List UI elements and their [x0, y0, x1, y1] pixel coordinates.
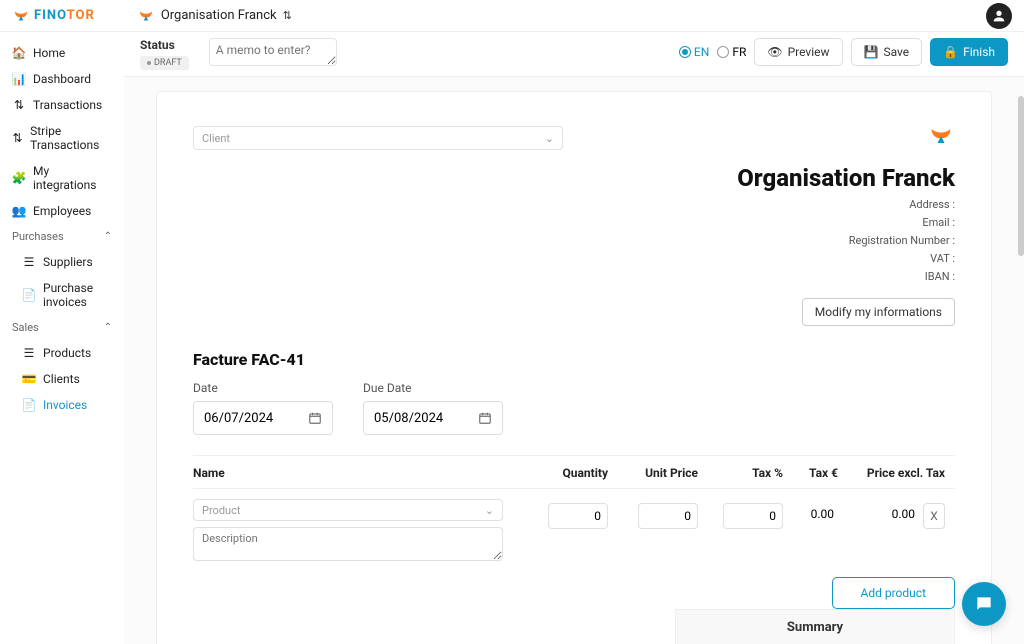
calendar-icon — [308, 411, 322, 425]
plug-icon: 🧩 — [12, 171, 26, 185]
chevron-sort-icon: ⌄ — [545, 132, 554, 145]
unit-price-input[interactable] — [638, 503, 698, 529]
language-switch: EN FR — [679, 45, 746, 59]
org-address: Address : — [737, 198, 955, 211]
invoice-title: Facture FAC-41 — [193, 350, 955, 369]
swap-icon: ⇅ — [12, 131, 23, 145]
chat-icon — [974, 594, 994, 614]
nav-dashboard[interactable]: 📊Dashboard — [6, 66, 118, 92]
brand-text-2: TOR — [67, 8, 95, 23]
col-taxp: Tax % — [698, 466, 783, 480]
due-date-label: Due Date — [363, 381, 503, 395]
preview-button[interactable]: 👁Preview — [754, 38, 842, 66]
nav-transactions[interactable]: ⇅Transactions — [6, 92, 118, 118]
brand-text-1: FINO — [34, 8, 67, 23]
home-icon: 🏠 — [12, 46, 26, 60]
eye-icon: 👁 — [767, 45, 782, 59]
nav-purchase-invoices[interactable]: 📄Purchase invoices — [16, 275, 118, 315]
date-label: Date — [193, 381, 333, 395]
remove-line-button[interactable]: X — [923, 503, 945, 529]
org-reg: Registration Number : — [737, 234, 955, 247]
org-info: Organisation Franck Address : Email : Re… — [737, 122, 955, 326]
due-date-input[interactable]: 05/08/2024 — [363, 401, 503, 435]
chevron-up-icon: ⌃ — [104, 322, 112, 333]
lock-icon: 🔒 — [943, 45, 958, 59]
card-icon: 💳 — [22, 372, 36, 386]
radio-on-icon — [679, 46, 691, 58]
client-placeholder: Client — [202, 132, 230, 145]
lang-fr[interactable]: FR — [717, 45, 746, 59]
org-iban: IBAN : — [737, 270, 955, 283]
topbar: FINOTOR Organisation Franck ⇅ — [0, 0, 1024, 32]
status-label: Status — [140, 38, 189, 52]
col-price: Unit Price — [608, 466, 698, 480]
user-avatar[interactable] — [986, 3, 1012, 29]
bull-icon — [137, 7, 155, 25]
memo-input[interactable] — [209, 38, 337, 66]
radio-off-icon — [717, 46, 729, 58]
list-icon: ☰ — [22, 255, 36, 269]
brand-logo[interactable]: FINOTOR — [12, 7, 95, 25]
org-vat: VAT : — [737, 252, 955, 265]
product-select[interactable]: Product⌄ — [193, 499, 503, 521]
user-icon — [991, 8, 1007, 24]
swap-icon: ⇅ — [12, 98, 26, 112]
nav-group-purchases[interactable]: Purchases⌃ — [6, 224, 118, 249]
line-items-header: Name Quantity Unit Price Tax % Tax € Pri… — [193, 455, 955, 489]
summary-header: Summary — [675, 609, 955, 644]
chat-button[interactable] — [962, 582, 1006, 626]
main-content: Status DRAFT EN FR 👁Preview 💾Save 🔒Finis… — [124, 32, 1024, 644]
users-icon: 👥 — [12, 204, 26, 218]
scrollbar[interactable] — [1018, 96, 1024, 256]
chart-icon: 📊 — [12, 72, 26, 86]
nav-products[interactable]: ☰Products — [16, 340, 118, 366]
nav-suppliers[interactable]: ☰Suppliers — [16, 249, 118, 275]
qty-input[interactable] — [548, 503, 608, 529]
save-button[interactable]: 💾Save — [851, 38, 923, 66]
line-item-row: Product⌄ 0.00 0.00 X — [193, 499, 955, 561]
nav-clients[interactable]: 💳Clients — [16, 366, 118, 392]
org-email: Email : — [737, 216, 955, 229]
col-qty: Quantity — [533, 466, 608, 480]
save-icon: 💾 — [864, 45, 879, 59]
status-badge: DRAFT — [140, 56, 189, 70]
nav-invoices[interactable]: 📄Invoices — [16, 392, 118, 418]
col-taxe: Tax € — [783, 466, 838, 480]
add-product-button[interactable]: Add product — [832, 577, 955, 609]
sidebar: 🏠Home 📊Dashboard ⇅Transactions ⇅Stripe T… — [0, 32, 124, 644]
chevron-up-icon: ⌃ — [104, 231, 112, 242]
chevron-sort-icon: ⌄ — [485, 504, 494, 517]
calendar-icon — [478, 411, 492, 425]
nav-employees[interactable]: 👥Employees — [6, 198, 118, 224]
org-logo-icon — [927, 122, 955, 150]
tax-amount: 0.00 — [783, 507, 838, 521]
nav-integrations[interactable]: 🧩My integrations — [6, 158, 118, 198]
col-total: Price excl. Tax — [838, 466, 955, 480]
line-total: 0.00 — [892, 507, 919, 521]
nav-stripe[interactable]: ⇅Stripe Transactions — [6, 118, 118, 158]
list-icon: ☰ — [22, 346, 36, 360]
client-select[interactable]: Client ⌄ — [193, 126, 563, 150]
sort-icon: ⇅ — [283, 9, 292, 22]
finish-button[interactable]: 🔒Finish — [930, 38, 1008, 66]
nav-home[interactable]: 🏠Home — [6, 40, 118, 66]
org-switcher[interactable]: Organisation Franck ⇅ — [137, 7, 292, 25]
col-name: Name — [193, 466, 533, 480]
toolbar: Status DRAFT EN FR 👁Preview 💾Save 🔒Finis… — [124, 32, 1024, 77]
org-switcher-label: Organisation Franck — [161, 8, 277, 23]
bull-logo-icon — [12, 7, 30, 25]
nav-group-sales[interactable]: Sales⌃ — [6, 315, 118, 340]
document-icon: 📄 — [22, 288, 36, 302]
org-name: Organisation Franck — [737, 164, 955, 192]
tax-percent-input[interactable] — [723, 503, 783, 529]
document-icon: 📄 — [22, 398, 36, 412]
date-input[interactable]: 06/07/2024 — [193, 401, 333, 435]
lang-en[interactable]: EN — [679, 45, 709, 59]
description-input[interactable] — [193, 527, 503, 561]
invoice-card: Client ⌄ Organisation Franck Address : E… — [156, 91, 992, 644]
modify-info-button[interactable]: Modify my informations — [802, 298, 955, 326]
